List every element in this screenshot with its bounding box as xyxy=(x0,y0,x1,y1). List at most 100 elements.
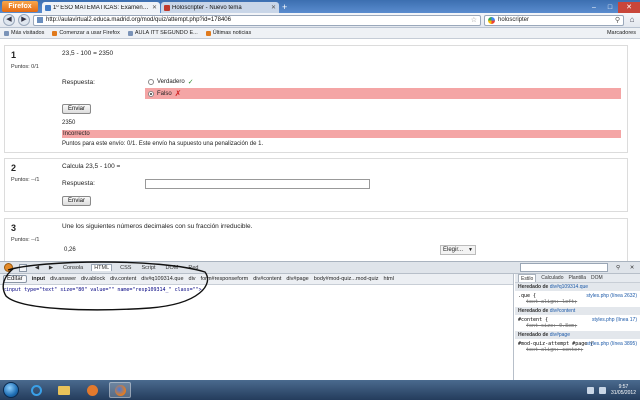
bookmark-aula-itt[interactable]: AULA ITT SEGUNDO E... xyxy=(127,30,198,36)
select-value: Elegir... xyxy=(443,247,464,253)
radio-verdadero[interactable] xyxy=(148,78,154,85)
side-panel-tabs: Estilo Calculado Plantilla DOM xyxy=(515,274,640,283)
breadcrumb-item[interactable]: div#content xyxy=(253,276,281,282)
question-1: 1 Puntos: 0/1 23,5 - 100 = 2350 Respuest… xyxy=(4,45,628,153)
tab-layout[interactable]: Plantilla xyxy=(568,274,586,282)
bookmark-most-visited[interactable]: Más visitados xyxy=(4,30,44,36)
tab-net[interactable]: Red xyxy=(186,265,200,271)
html-source-line[interactable]: <input type="text" size="80" value="" na… xyxy=(0,285,513,295)
forward-button[interactable]: ▶ xyxy=(18,14,30,26)
firebug-toolbar: ◀ ▶ Consola HTML CSS Script DOM Red ⚲ ✕ xyxy=(0,261,640,274)
tab-script[interactable]: Script xyxy=(139,265,157,271)
breadcrumb-item[interactable]: div.content xyxy=(110,276,136,282)
question-info: 3 Puntos: --/1 xyxy=(11,223,39,243)
question-points: Puntos: --/1 xyxy=(11,237,40,243)
inspect-icon[interactable] xyxy=(19,263,27,272)
question-body: Calcula 23,5 - 100 = Respuesta: Enviar xyxy=(62,163,621,209)
answer-input[interactable] xyxy=(145,179,370,189)
home-icon[interactable]: ⌂ xyxy=(627,15,637,25)
firefox-menu-button[interactable]: Firefox xyxy=(2,1,38,12)
css-property[interactable]: text-align: left; xyxy=(518,299,637,305)
question-points: Puntos: --/1 xyxy=(11,177,40,183)
tab-computed[interactable]: Calculado xyxy=(541,274,563,282)
search-icon[interactable]: ⚲ xyxy=(614,265,622,271)
answer-label: Respuesta: xyxy=(62,79,95,86)
search-box[interactable]: holoscripter ⚲ xyxy=(484,14,624,26)
network-icon[interactable] xyxy=(586,386,594,394)
volume-icon[interactable] xyxy=(598,386,606,394)
start-button[interactable] xyxy=(3,382,19,398)
taskbar-ie[interactable] xyxy=(25,382,47,398)
firefox-icon xyxy=(52,30,58,36)
breadcrumb-item[interactable]: div#page xyxy=(286,276,308,282)
search-icon[interactable]: ⚲ xyxy=(615,16,620,24)
firebug-icon[interactable] xyxy=(4,263,13,272)
bookmarks-menu[interactable]: Marcadores xyxy=(607,30,636,36)
tab-html[interactable]: HTML xyxy=(91,264,113,271)
grading-details: Puntos para este envío: 0/1. Este envío … xyxy=(62,141,264,147)
tab-title: 1º ESO MATEMÁTICAS: Examen de d... xyxy=(53,4,150,11)
css-rule[interactable]: #mod-quiz-attempt #page { styles.php (lí… xyxy=(515,339,640,355)
submit-button[interactable]: Enviar xyxy=(62,196,92,206)
tab-holoscripter[interactable]: Holoscripter - Nuevo tema ✕ xyxy=(161,2,279,13)
answer-label: Respuesta: xyxy=(62,180,95,187)
css-rule[interactable]: .que { styles.php (línea 2632) text-alig… xyxy=(515,291,640,307)
back-arrow-icon[interactable]: ◀ xyxy=(33,265,41,271)
taskbar-firefox[interactable] xyxy=(109,382,131,398)
breadcrumb-item[interactable]: html xyxy=(384,276,394,282)
rule-source-link[interactable]: styles.php (línea 3895) xyxy=(586,341,637,347)
taskbar-explorer[interactable] xyxy=(53,382,75,398)
edit-button[interactable]: Editar xyxy=(3,275,27,283)
option-verdadero[interactable]: Verdadero ✓ xyxy=(145,76,194,87)
breadcrumb-item[interactable]: input xyxy=(32,276,45,282)
question-number: 3 xyxy=(11,223,17,233)
tab-css[interactable]: CSS xyxy=(118,265,133,271)
css-property[interactable]: text-align: center; xyxy=(518,347,637,353)
css-property[interactable]: font-size: 0.8em; xyxy=(518,323,637,329)
close-window-icon[interactable]: ✕ xyxy=(618,2,640,13)
tab-console[interactable]: Consola xyxy=(61,265,85,271)
back-button[interactable]: ◀ xyxy=(3,14,15,26)
close-tab-icon[interactable]: ✕ xyxy=(152,4,157,11)
taskbar-media[interactable] xyxy=(81,382,103,398)
question-info: 1 Puntos: 0/1 xyxy=(11,50,39,70)
minimize-icon[interactable]: – xyxy=(586,2,602,13)
breadcrumb-item[interactable]: body#mod-quiz...mod-quiz xyxy=(314,276,379,282)
question-number: 2 xyxy=(11,163,17,173)
bookmark-getting-started[interactable]: Comenzar a usar Firefox xyxy=(52,30,120,36)
rule-source-link[interactable]: styles.php (línea 2632) xyxy=(586,293,637,299)
breadcrumb-item[interactable]: div xyxy=(189,276,196,282)
breadcrumb-item[interactable]: div.ablock xyxy=(81,276,105,282)
close-icon[interactable]: ✕ xyxy=(628,265,636,271)
clock[interactable]: 9:57 31/05/2012 xyxy=(611,384,636,396)
radio-falso[interactable] xyxy=(148,90,154,97)
match-select[interactable]: Elegir... ▼ xyxy=(440,245,476,255)
tab-style[interactable]: Estilo xyxy=(518,274,537,282)
submit-button[interactable]: Enviar xyxy=(62,104,92,114)
status-incorrect: Incorrecto xyxy=(62,130,621,138)
maximize-icon[interactable]: □ xyxy=(602,2,618,13)
tab-quiz[interactable]: 1º ESO MATEMÁTICAS: Examen de d... ✕ xyxy=(42,2,160,13)
tab-dom[interactable]: DOM xyxy=(164,265,181,271)
css-rule[interactable]: #content { styles.php (línea 17) font-si… xyxy=(515,315,640,331)
close-tab-icon[interactable]: ✕ xyxy=(271,4,276,11)
bookmark-latest-news[interactable]: Últimas noticias xyxy=(205,30,251,36)
question-text: Une los siguientes números decimales con… xyxy=(62,223,253,230)
option-label: Verdadero xyxy=(157,78,185,85)
html-panel: Editar input div.answer div.ablock div.c… xyxy=(0,274,514,380)
feedback-value: 2350 xyxy=(62,120,76,126)
address-bar[interactable]: http://aulavirtual2.educa.madrid.org/mod… xyxy=(33,14,481,26)
rule-source-link[interactable]: styles.php (línea 17) xyxy=(592,317,637,323)
search-text: holoscripter xyxy=(498,17,530,23)
breadcrumb-item[interactable]: div#q109314.que xyxy=(141,276,183,282)
breadcrumb-item[interactable]: div.answer xyxy=(50,276,76,282)
firebug-search-input[interactable] xyxy=(520,263,608,272)
option-label: Falso xyxy=(157,90,172,97)
tab-dom[interactable]: DOM xyxy=(591,274,603,282)
breadcrumb-item[interactable]: form#responseform xyxy=(201,276,249,282)
bookmark-star-icon[interactable]: ☆ xyxy=(471,16,477,24)
navigation-bar: ◀ ▶ http://aulavirtual2.educa.madrid.org… xyxy=(0,13,640,28)
option-falso[interactable]: Falso ✗ xyxy=(145,88,621,99)
forward-arrow-icon[interactable]: ▶ xyxy=(47,265,55,271)
new-tab-button[interactable]: + xyxy=(282,2,287,13)
